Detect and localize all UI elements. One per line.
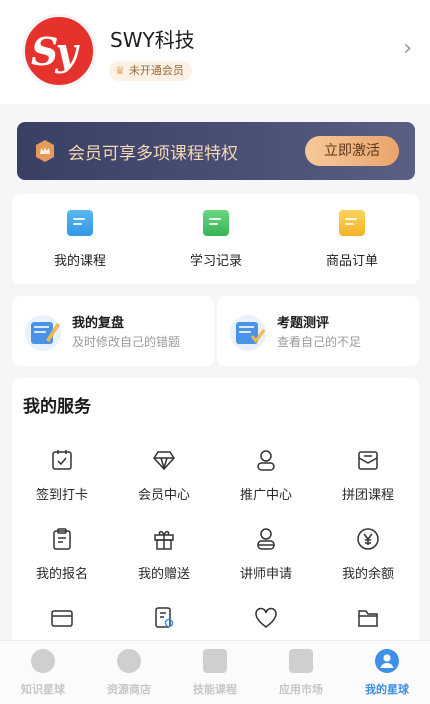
- activate-button[interactable]: 立即激活: [305, 136, 399, 166]
- envelope-icon: [358, 451, 378, 470]
- service-member-center[interactable]: 会员中心: [114, 448, 214, 503]
- user-name: SWY科技: [110, 28, 195, 52]
- teacher-icon: [257, 528, 275, 550]
- service-label: 我的赠送: [137, 567, 190, 582]
- tab-app-market[interactable]: 应用市场: [258, 649, 344, 697]
- service-my-gifts[interactable]: 我的赠送: [114, 527, 214, 582]
- service-promotion-center[interactable]: 推广中心: [216, 448, 316, 503]
- service-checkin[interactable]: 签到打卡: [12, 448, 112, 503]
- study-record-button[interactable]: 学习记录: [156, 210, 276, 269]
- folder-icon: [358, 610, 378, 627]
- vip-status-badge: ♛ 未开通会员: [109, 61, 192, 81]
- bottom-tab-bar: 知识星球 资源商店 技能课程 应用市场 我的星球: [0, 640, 430, 704]
- tab-label: 资源商店: [107, 683, 151, 696]
- my-courses-button[interactable]: 我的课程: [20, 210, 140, 269]
- review-notebook-icon: [25, 315, 61, 351]
- service-label: 拼团课程: [341, 488, 394, 503]
- my-review-card[interactable]: 我的复盘 及时修改自己的错题: [12, 296, 214, 366]
- tab-label: 知识星球: [21, 683, 65, 696]
- service-label: 会员中心: [137, 488, 190, 503]
- quick-action-label: 我的课程: [53, 254, 106, 269]
- membership-banner[interactable]: 会员可享多项课程特权 立即激活: [17, 122, 415, 180]
- clipboard-icon: [53, 528, 71, 550]
- review-subtitle: 查看自己的不足: [277, 335, 362, 349]
- service-group-course[interactable]: 拼团课程: [318, 448, 418, 503]
- service-lecturer-apply[interactable]: 讲师申请: [216, 527, 316, 582]
- membership-badge-icon: [36, 140, 54, 162]
- person-glyph: [380, 654, 394, 668]
- avatar-logo: Sy: [31, 29, 77, 74]
- profile-icon: [375, 649, 399, 673]
- profile-header[interactable]: Sy SWY科技 ♛ 未开通会员 ›: [0, 0, 430, 104]
- service-item-favorites[interactable]: [216, 606, 316, 642]
- compass-icon: [31, 649, 55, 673]
- service-my-signup[interactable]: 我的报名: [12, 527, 112, 582]
- review-title: 我的复盘: [72, 316, 125, 331]
- evaluation-notebook-icon: [230, 315, 266, 351]
- video-icon: [203, 649, 227, 673]
- service-label: 推广中心: [239, 488, 292, 503]
- tab-skill-courses[interactable]: 技能课程: [172, 649, 258, 697]
- review-title: 考题测评: [277, 316, 330, 331]
- card-icon: [51, 610, 73, 627]
- quick-action-label: 商品订单: [325, 254, 378, 269]
- heart-icon: [255, 607, 277, 628]
- quick-actions-card: 我的课程 学习记录 商品订单: [12, 194, 419, 284]
- review-subtitle: 及时修改自己的错题: [72, 335, 181, 349]
- service-my-balance[interactable]: 我的余额: [318, 527, 418, 582]
- tab-label: 应用市场: [279, 683, 323, 696]
- service-label: 讲师申请: [239, 567, 292, 582]
- my-services-card: 我的服务 签到打卡 会员中心 推广中心 拼团课程 我的报名 我的赠送 讲师申请 …: [12, 378, 419, 658]
- quick-action-label: 学习记录: [189, 254, 242, 269]
- service-label: 签到打卡: [35, 488, 88, 503]
- calendar-check-icon: [52, 450, 72, 470]
- diamond-icon: [153, 451, 175, 471]
- tab-label: 我的星球: [365, 683, 409, 696]
- avatar: Sy: [22, 14, 96, 88]
- service-item-certificate[interactable]: [114, 606, 214, 642]
- crown-icon: ♛: [115, 64, 125, 77]
- certificate-icon: [155, 607, 174, 628]
- product-orders-button[interactable]: 商品订单: [292, 210, 412, 269]
- yen-icon: [357, 528, 379, 550]
- shopping-bag-icon: [289, 649, 313, 673]
- course-icon: [67, 210, 93, 236]
- gift-icon: [154, 530, 174, 550]
- service-item-folder[interactable]: [318, 606, 418, 642]
- vip-status-label: 未开通会员: [128, 64, 184, 77]
- banner-text: 会员可享多项课程特权: [68, 144, 238, 164]
- tab-resource-store[interactable]: 资源商店: [86, 649, 172, 697]
- chevron-right-icon[interactable]: ›: [403, 38, 412, 60]
- tab-my-planet[interactable]: 我的星球: [344, 649, 430, 697]
- services-title: 我的服务: [23, 397, 91, 417]
- tab-knowledge-planet[interactable]: 知识星球: [0, 649, 86, 697]
- user-icon: [257, 450, 275, 471]
- exam-evaluation-card[interactable]: 考题测评 查看自己的不足: [217, 296, 419, 366]
- record-icon: [203, 210, 229, 236]
- tab-label: 技能课程: [193, 683, 237, 696]
- store-icon: [117, 649, 141, 673]
- order-icon: [339, 210, 365, 236]
- service-label: 我的报名: [35, 567, 88, 582]
- service-label: 我的余额: [341, 567, 394, 582]
- service-item-card[interactable]: [12, 606, 112, 642]
